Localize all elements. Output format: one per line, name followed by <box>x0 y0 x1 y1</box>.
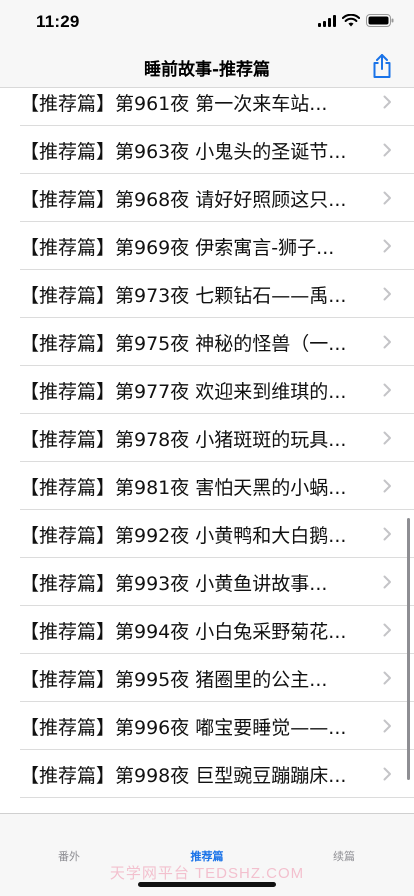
list-item[interactable]: 【推荐篇】第978夜 小猪斑斑的玩具... <box>0 414 414 462</box>
navigation-bar: 睡前故事-推荐篇 <box>0 44 414 88</box>
page-title: 睡前故事-推荐篇 <box>143 60 271 80</box>
story-list[interactable]: 【推荐篇】第961夜 第一次来车站... 【推荐篇】第963夜 小鬼头的圣诞节..… <box>0 88 414 813</box>
list-item-label: 【推荐篇】第993夜 小黄鱼讲故事... <box>20 572 328 595</box>
chevron-right-icon <box>383 191 391 205</box>
chevron-right-icon <box>383 575 391 589</box>
list-item-label: 【推荐篇】第977夜 欢迎来到维琪的... <box>20 380 347 403</box>
list-item[interactable]: 【推荐篇】第969夜 伊索寓言-狮子... <box>0 222 414 270</box>
chevron-right-icon <box>383 431 391 445</box>
list-item[interactable]: 【推荐篇】第994夜 小白兔采野菊花... <box>0 606 414 654</box>
list-item-label: 【推荐篇】第992夜 小黄鸭和大白鹅... <box>20 524 347 547</box>
list-item-label: 【推荐篇】第981夜 害怕天黑的小蜗... <box>20 476 347 499</box>
list-item[interactable]: 【推荐篇】第993夜 小黄鱼讲故事... <box>0 558 414 606</box>
list-item-label: 【推荐篇】第969夜 伊索寓言-狮子... <box>20 236 335 259</box>
list-item-label: 【推荐篇】第963夜 小鬼头的圣诞节... <box>20 140 347 163</box>
list-item[interactable]: 【推荐篇】第961夜 第一次来车站... <box>0 88 414 126</box>
share-button[interactable] <box>366 50 398 82</box>
chevron-right-icon <box>383 767 391 781</box>
chevron-right-icon <box>383 623 391 637</box>
chevron-right-icon <box>383 383 391 397</box>
scroll-indicator[interactable] <box>407 518 410 780</box>
chevron-right-icon <box>383 719 391 733</box>
list-item-label: 【推荐篇】第975夜 神秘的怪兽（一... <box>20 332 347 355</box>
chevron-right-icon <box>383 671 391 685</box>
chevron-right-icon <box>383 479 391 493</box>
list-item-label: 【推荐篇】第978夜 小猪斑斑的玩具... <box>20 428 347 451</box>
chevron-right-icon <box>383 527 391 541</box>
watermark: 天学网平台 TEDSHZ.COM <box>109 865 305 882</box>
story-list-content: 【推荐篇】第961夜 第一次来车站... 【推荐篇】第963夜 小鬼头的圣诞节..… <box>0 88 414 798</box>
list-item-label: 【推荐篇】第973夜 七颗钻石——禹... <box>20 284 347 307</box>
share-icon <box>373 54 391 78</box>
list-item[interactable]: 【推荐篇】第996夜 嘟宝要睡觉——... <box>0 702 414 750</box>
status-bar: 11:29 <box>0 0 414 44</box>
list-item-label: 【推荐篇】第994夜 小白兔采野菊花... <box>20 620 347 643</box>
list-item[interactable]: 【推荐篇】第963夜 小鬼头的圣诞节... <box>0 126 414 174</box>
list-item[interactable]: 【推荐篇】第992夜 小黄鸭和大白鹅... <box>0 510 414 558</box>
list-item[interactable]: 【推荐篇】第995夜 猪圈里的公主... <box>0 654 414 702</box>
wifi-icon <box>342 14 360 27</box>
list-item[interactable]: 【推荐篇】第977夜 欢迎来到维琪的... <box>0 366 414 414</box>
list-item-label: 【推荐篇】第968夜 请好好照顾这只... <box>20 188 347 211</box>
chevron-right-icon <box>383 95 391 109</box>
list-item[interactable]: 【推荐篇】第981夜 害怕天黑的小蜗... <box>0 462 414 510</box>
list-item[interactable]: 【推荐篇】第968夜 请好好照顾这只... <box>0 174 414 222</box>
chevron-right-icon <box>383 239 391 253</box>
cellular-signal-icon <box>318 15 336 27</box>
list-item[interactable]: 【推荐篇】第973夜 七颗钻石——禹... <box>0 270 414 318</box>
battery-icon <box>366 14 394 27</box>
app-screen: 11:29 睡前故事-推荐篇 【推荐篇】第961夜 第一次来车站... 【推荐篇… <box>0 0 414 896</box>
list-item[interactable]: 【推荐篇】第975夜 神秘的怪兽（一... <box>0 318 414 366</box>
list-item-label: 【推荐篇】第961夜 第一次来车站... <box>20 92 328 115</box>
chevron-right-icon <box>383 335 391 349</box>
chevron-right-icon <box>383 143 391 157</box>
status-time: 11:29 <box>36 12 80 31</box>
list-item-label: 【推荐篇】第998夜 巨型豌豆蹦蹦床... <box>20 764 347 787</box>
list-item-label: 【推荐篇】第995夜 猪圈里的公主... <box>20 668 328 691</box>
home-indicator <box>138 882 276 887</box>
list-item-label: 【推荐篇】第996夜 嘟宝要睡觉——... <box>20 716 347 739</box>
chevron-right-icon <box>383 287 391 301</box>
list-item[interactable]: 【推荐篇】第998夜 巨型豌豆蹦蹦床... <box>0 750 414 798</box>
